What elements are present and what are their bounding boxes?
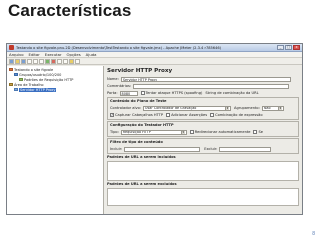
start-icon[interactable] [45, 58, 50, 64]
port-label: Porta: [107, 91, 118, 95]
test-plan-content-group: Conteúdo do Plano de Teste Controlador a… [107, 97, 299, 120]
jmeter-window: Testando o site figvale.pnu.2D (Desenvol… [6, 43, 303, 215]
tree-node-http-proxy[interactable]: Servidor HTTP Proxy [8, 87, 102, 92]
grouping-value: Não [263, 106, 271, 110]
target-controller-select[interactable]: Usar Controlador de Gravação ▾ [143, 105, 232, 111]
redirect-label: Redirecionar automaticamente [194, 130, 251, 134]
port-field[interactable]: 8080 [119, 90, 138, 96]
maximize-button[interactable]: □ [285, 45, 292, 50]
capture-headers-checkbox[interactable]: ✓ [110, 113, 114, 117]
window-titlebar: Testando o site figvale.pnu.2D (Desenvol… [7, 44, 302, 52]
https-spoof-label: Tentar ataque HTTPS (spoofing) [145, 91, 203, 95]
save-icon[interactable] [21, 58, 26, 64]
tree-node-label: Servidor HTTP Proxy [19, 87, 57, 92]
test-plan-icon [9, 67, 13, 72]
help-icon[interactable] [75, 58, 80, 64]
chevron-down-icon: ▾ [180, 130, 185, 134]
type-label: Tipo: [110, 130, 119, 134]
redirect-checkbox[interactable] [189, 130, 194, 134]
test-plan-content-title: Conteúdo do Plano de Teste [110, 99, 167, 103]
sampler-settings-group: Configuração do Testador HTTP Tipo: Requ… [107, 121, 299, 137]
cut-icon[interactable] [27, 58, 32, 64]
close-button[interactable]: x [293, 45, 300, 50]
proxy-icon [14, 87, 18, 92]
menu-executar[interactable]: Executar [45, 52, 62, 57]
include-field[interactable] [124, 146, 201, 152]
menu-ajuda[interactable]: Ajuda [86, 52, 97, 57]
regex-match-checkbox[interactable] [210, 113, 215, 117]
exclude-label: Excluir: [204, 147, 218, 151]
tree-node-label: Testando o site figvale [14, 67, 54, 72]
search-icon[interactable] [69, 58, 74, 64]
new-icon[interactable] [9, 58, 14, 64]
chevron-down-icon: ▾ [225, 106, 230, 110]
grouping-label: Agrupamento: [234, 106, 260, 110]
chevron-down-icon: ▾ [277, 106, 282, 110]
add-assertions-checkbox[interactable] [166, 113, 171, 117]
include-label: Incluir: [110, 147, 123, 151]
https-spoof-checkbox[interactable] [140, 91, 145, 95]
name-field[interactable]: Servidor HTTP Proxy [120, 76, 291, 82]
url-match-label: String de combinação da URL [205, 91, 259, 95]
minimize-button[interactable]: _ [277, 45, 284, 50]
sampler-type-select[interactable]: Requisição HTTP ▾ [120, 129, 187, 135]
thread-group-icon [14, 72, 18, 77]
sampler-settings-title: Configuração do Testador HTTP [110, 123, 174, 127]
sampler-type-value: Requisição HTTP [122, 130, 151, 134]
exclude-field[interactable] [219, 146, 272, 152]
tree-node-label: Padrões de Requisição HTTP [24, 77, 74, 82]
tree-node-label: Grupos/usuário/100/200 [19, 72, 62, 77]
content-type-filter-title: Filtro de tipo de conteúdo [110, 140, 163, 144]
exclude-patterns-title: Padrões de URL a serem excluídos [107, 182, 177, 186]
name-label: Nome: [107, 77, 119, 81]
copy-icon[interactable] [33, 58, 38, 64]
content-type-filter-group: Filtro de tipo de conteúdo Incluir: Excl… [107, 138, 299, 154]
comments-label: Comentários: [107, 84, 132, 88]
follow-redirects-checkbox[interactable] [253, 130, 258, 134]
stop-icon[interactable] [51, 58, 56, 64]
workbench-icon [9, 82, 13, 87]
open-icon[interactable] [15, 58, 20, 64]
page-number: 8 [312, 231, 315, 237]
menu-arquivo[interactable]: Arquivo [9, 52, 24, 57]
menu-editar[interactable]: Editar [29, 52, 40, 57]
regex-match-label: Combinação de expressão [215, 113, 263, 117]
clear-icon[interactable] [57, 58, 62, 64]
test-plan-tree: Testando o site figvale Grupos/usuário/1… [7, 66, 104, 214]
target-controller-value: Usar Controlador de Gravação [145, 106, 197, 110]
capture-headers-label: Capturar Cabeçalhos HTTP [115, 113, 164, 117]
exclude-patterns-list[interactable] [107, 188, 299, 206]
grouping-select[interactable]: Não ▾ [261, 105, 284, 111]
tree-node-label: Área de Trabalho [14, 82, 44, 87]
follow-redirects-label: Se [258, 130, 263, 134]
jmeter-logo-icon [9, 45, 14, 50]
include-patterns-list[interactable] [107, 161, 299, 181]
paste-icon[interactable] [39, 58, 44, 64]
config-icon [19, 77, 23, 82]
window-title: Testando o site figvale.pnu.2D (Desenvol… [16, 45, 222, 50]
add-assertions-label: Adicionar Asserções [171, 113, 208, 117]
comments-field[interactable] [133, 83, 290, 89]
proxy-settings-panel: Servidor HTTP Proxy Nome: Servidor HTTP … [104, 66, 302, 214]
menu-opcoes[interactable]: Opções [67, 52, 81, 57]
target-controller-label: Controlador alvo: [110, 106, 142, 110]
include-patterns-title: Padrões de URL a serem incluídos [107, 155, 176, 159]
toolbar [7, 58, 302, 65]
panel-title: Servidor HTTP Proxy [107, 68, 173, 74]
slide-title: Características [8, 1, 132, 20]
clear-all-icon[interactable] [63, 58, 68, 64]
